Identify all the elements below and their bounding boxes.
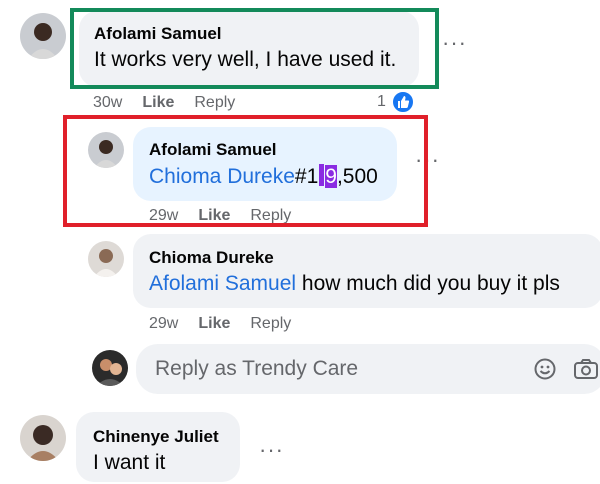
current-user-avatar: [92, 350, 128, 386]
avatar[interactable]: [20, 415, 66, 461]
like-button[interactable]: Like: [198, 315, 230, 332]
comment-actions: 30w Like Reply: [93, 94, 255, 112]
highlight-box-red: [63, 115, 428, 227]
avatar[interactable]: [88, 241, 124, 277]
highlight-box-green: [70, 8, 439, 89]
comment-text-part: how much did you buy it pls: [296, 272, 560, 295]
comment-actions: 29w Like Reply: [149, 315, 311, 333]
reaction-count[interactable]: 1: [377, 93, 386, 111]
comment-time[interactable]: 29w: [149, 315, 178, 332]
more-options-icon[interactable]: ···: [259, 439, 284, 461]
comment-author[interactable]: Chinenye Juliet: [93, 427, 219, 447]
comment-author[interactable]: Chioma Dureke: [149, 248, 274, 268]
comment-time[interactable]: 30w: [93, 94, 122, 111]
more-options-icon[interactable]: ···: [442, 32, 467, 54]
emoji-icon[interactable]: [533, 357, 557, 381]
like-button[interactable]: Like: [142, 94, 174, 111]
reply-placeholder: Reply as Trendy Care: [155, 357, 359, 380]
reply-button[interactable]: Reply: [250, 315, 291, 332]
comment-text: Afolami Samuel how much did you buy it p…: [149, 272, 560, 296]
comment-bubble: [133, 234, 600, 308]
camera-icon[interactable]: [573, 357, 599, 381]
comment-text: I want it: [93, 451, 166, 474]
mention-link[interactable]: Afolami Samuel: [149, 272, 296, 295]
like-reaction-icon[interactable]: [391, 90, 415, 114]
avatar[interactable]: [20, 13, 66, 59]
reply-button[interactable]: Reply: [194, 94, 235, 111]
